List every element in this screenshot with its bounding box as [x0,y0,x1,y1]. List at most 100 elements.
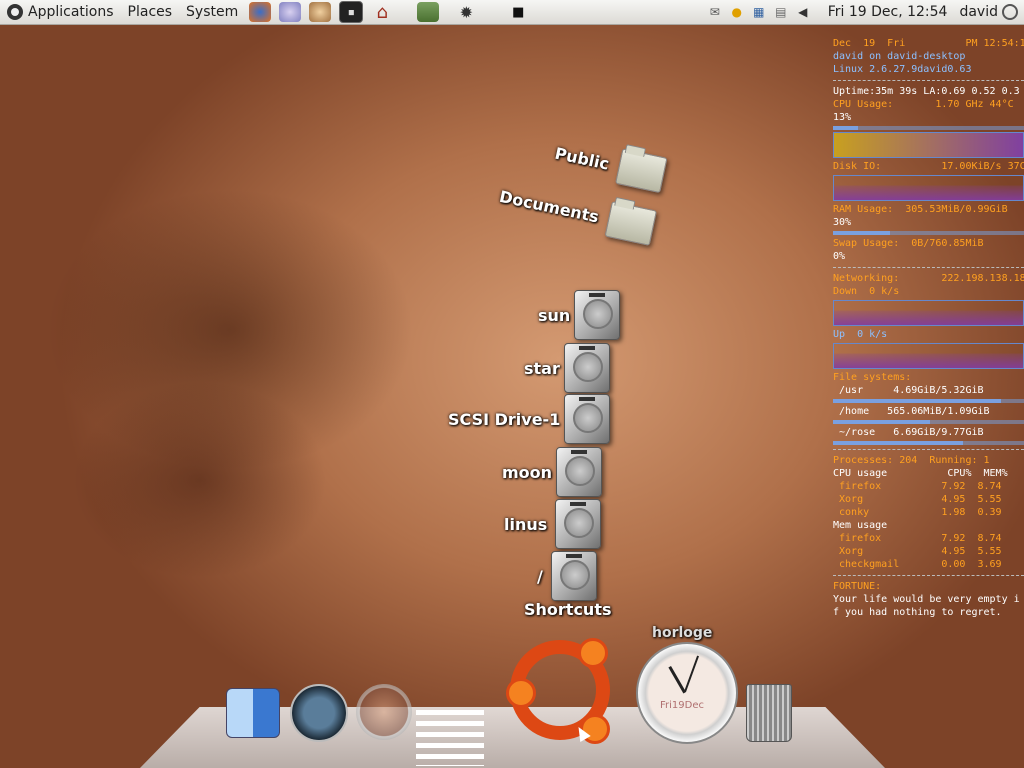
ram-bar-fill [833,231,891,235]
finder-icon [226,688,280,738]
volume-icon[interactable]: ◀ [794,4,812,20]
fs-usr-fill [833,399,1002,403]
clock-minute-hand [684,655,699,692]
gnome-foot-icon [7,4,23,20]
conky-date: Dec 19 Fri PM 12:54:18 [833,38,1024,49]
conky-fs-usr: /usr 4.69GiB/5.32GiB [833,385,984,396]
conky-fortune-title: FORTUNE: [833,581,882,592]
printer-icon[interactable]: ▤ [772,4,790,20]
up-graph [833,343,1024,369]
hard-drive-icon [564,394,611,444]
book-icon[interactable] [417,2,440,22]
app-icon[interactable] [279,2,302,22]
conky-kernel: Linux 2.6.27.9david0.63 [833,64,972,75]
folder-icon [615,148,668,194]
drive-linus[interactable]: linus [504,499,602,549]
applications-menu[interactable]: Applications [0,0,121,24]
system-menu[interactable]: System [179,0,245,24]
conky-cpu-usage: CPU Usage: 1.70 GHz 44°C [833,99,1014,110]
fs-rose-bar [833,441,1024,445]
conky-cpu-header: CPU usage CPU% MEM% [833,468,1008,479]
conky-ram: RAM Usage: 305.53MiB/0.99GiB [833,204,1008,215]
logo-dot [506,678,536,708]
gear-icon[interactable]: ✹ [455,2,477,22]
clock-icon: Fri19Dec [636,642,738,744]
divider [833,575,1024,576]
cpu-bar [833,126,1024,130]
folder-public[interactable]: Public [551,135,668,194]
dock-time-machine[interactable] [290,684,348,742]
conky-mem-proc: Xorg 4.95 5.55 [833,546,1002,557]
conky-fortune-line: f you had nothing to regret. [833,607,1002,618]
firefox-icon[interactable] [249,2,272,22]
trash-icon [746,684,792,742]
conky-swap-pct: 0% [833,251,846,262]
divider [833,267,1024,268]
system-label: System [186,4,239,20]
dock-separator [416,710,484,766]
conky-fs-home: /home 565.06MiB/1.09GiB [833,406,990,417]
mail-icon[interactable]: ✉ [706,4,724,20]
conky-swap: Swap Usage: 0B/760.85MiB [833,238,984,249]
folder-icon [604,201,658,246]
conky-cpu-pct: 13% [833,112,852,123]
top-panel: Applications Places System ▪ ⌂ ✹ ■ ✉ ● ▦… [0,0,1024,25]
conky-cpu-proc: conky 1.98 0.39 [833,507,1002,518]
drive-root[interactable]: / [537,551,597,601]
conky-mem-proc: firefox 7.92 8.74 [833,533,1002,544]
conky-fs-rose: ~/rose 6.69GiB/9.77GiB [833,427,984,438]
app-icon[interactable] [309,2,332,22]
conky-fortune-line: Your life would be very empty i [833,594,1020,605]
cpu-graph [833,132,1024,158]
fs-home-bar [833,420,1024,424]
conky-uptime: Uptime:35m 39s LA:0.69 0.52 0.3 [833,86,1020,97]
conky-host: david on david-desktop [833,51,966,62]
hard-drive-icon [555,499,602,549]
user-switcher[interactable]: david [959,4,1024,20]
clock-face-text: Fri19Dec [660,700,704,711]
drive-sun[interactable]: sun [538,290,621,340]
hard-drive-icon [556,447,603,497]
divider [833,449,1024,450]
clock-widget-label: horloge [652,625,713,641]
drive-scsi[interactable]: SCSI Drive-1 [448,394,611,444]
panel-clock[interactable]: Fri 19 Dec, 12:54 [814,4,960,20]
disk-graph [833,175,1024,201]
fs-rose-fill [833,441,963,445]
folder-documents-label: Documents [497,186,601,226]
dock-trash[interactable] [746,684,792,742]
compass-icon [356,684,412,740]
places-menu[interactable]: Places [121,0,180,24]
conky-mem-header: Mem usage [833,520,888,531]
conky-down: Down 0 k/s [833,286,900,297]
home-icon[interactable]: ⌂ [371,2,393,23]
power-icon [1002,4,1018,20]
divider [833,80,1024,81]
lock-icon[interactable]: ■ [507,2,529,22]
system-tray: ✉ ● ▦ ▤ ◀ Fri 19 Dec, 12:54 david [704,0,1024,24]
drive-moon-label: moon [502,462,553,482]
drive-scsi-label: SCSI Drive-1 [448,409,561,429]
dock-ubuntu[interactable] [506,638,610,744]
dock-clock[interactable]: Fri19Dec [636,642,738,744]
ram-bar [833,231,1024,235]
dock-safari[interactable] [356,684,412,740]
conky-networking: Networking: 222.198.138.18 [833,273,1024,284]
chat-icon[interactable]: ● [728,4,746,20]
conky-monitor: Dec 19 Fri PM 12:54:18 david on david-de… [833,37,1024,619]
network-icon[interactable]: ▦ [750,4,768,20]
fs-home-fill [833,420,931,424]
drive-linus-label: linus [504,514,548,534]
down-graph [833,300,1024,326]
logo-dot [578,638,608,668]
drive-star[interactable]: star [524,343,610,393]
folder-documents[interactable]: Documents [496,178,658,246]
terminal-icon[interactable]: ▪ [339,1,364,23]
dock-finder[interactable] [226,688,280,738]
conky-ram-pct: 30% [833,217,852,228]
conky-cpu-proc: firefox 7.92 8.74 [833,481,1002,492]
time-machine-icon [290,684,348,742]
drive-moon[interactable]: moon [502,447,603,497]
hard-drive-icon [550,551,597,601]
drive-root-label: / [537,566,543,586]
